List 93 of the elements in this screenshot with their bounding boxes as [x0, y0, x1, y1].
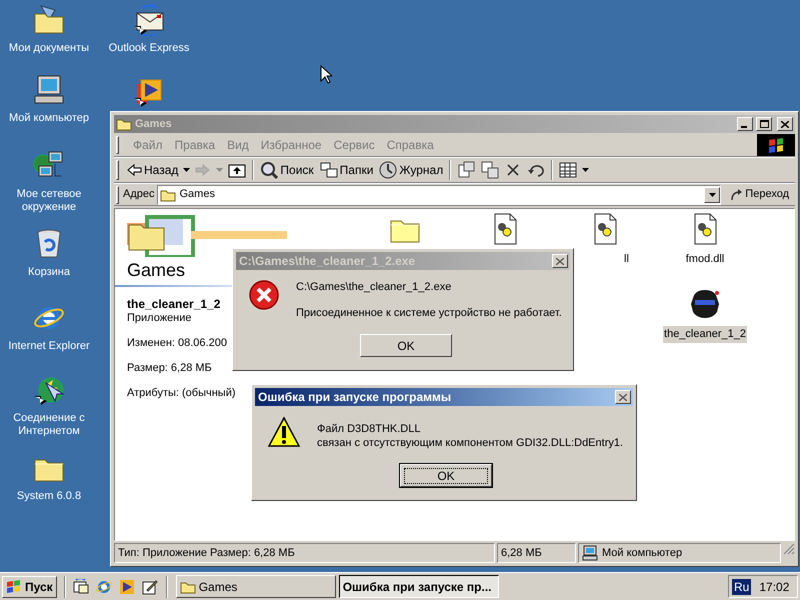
minimize-button[interactable]	[737, 117, 753, 131]
dropdown-button[interactable]	[704, 186, 720, 202]
close-button[interactable]	[552, 254, 568, 268]
desktop-icon	[72, 578, 89, 594]
close-button[interactable]	[615, 390, 631, 404]
icon-label[interactable]: Мое сетевое окружение	[3, 188, 95, 214]
icon-label[interactable]: Internet Explorer	[7, 340, 91, 353]
dialog-message: Присоединенное к системе устройство не работает.	[296, 306, 562, 320]
mouse-pointer-icon	[320, 65, 332, 84]
address-value: Games	[180, 187, 216, 202]
file-label: fmod.dll	[684, 252, 726, 267]
close-icon	[781, 120, 789, 128]
up-folder-icon	[228, 162, 246, 178]
go-arrow-icon	[729, 188, 744, 202]
grid-view-icon	[559, 162, 578, 178]
address-field[interactable]: Games	[156, 184, 722, 204]
icon-label[interactable]: Соединение с Интернетом	[3, 412, 95, 438]
task-button[interactable]: Ошибка при запуске пр...	[338, 575, 499, 598]
browser-icon	[96, 578, 112, 594]
error-icon	[248, 279, 280, 311]
dialog-title: C:\Games\the_cleaner_1_2.exe	[239, 253, 416, 270]
caret-icon	[708, 192, 716, 196]
computer-icon	[582, 545, 598, 561]
icon-label[interactable]: Корзина	[27, 266, 71, 279]
file-detail: Размер: 6,28 МБ	[127, 361, 212, 375]
file-detail: Изменен: 08.06.200	[127, 336, 227, 350]
move-to-icon	[457, 161, 476, 179]
dialog-message: связан с отсутствующим компонентом GDI32.DLL:DdEntry1.	[317, 436, 624, 450]
menu-item[interactable]: Сервис	[328, 136, 381, 154]
ok-button[interactable]: OK	[360, 334, 452, 357]
menu-item[interactable]: Правка	[168, 136, 222, 154]
toolbar-button[interactable]: Поиск	[257, 159, 317, 181]
play-icon	[118, 578, 135, 594]
dialog-message: C:\Games\the_cleaner_1_2.exe	[296, 280, 452, 294]
caret-icon	[216, 168, 224, 172]
windows-flag-icon	[6, 580, 22, 594]
address-label: Адрес	[123, 187, 154, 202]
folder-icon[interactable]	[33, 4, 65, 36]
window-title: Games	[135, 116, 173, 132]
toolbar-button[interactable]: Папки	[316, 159, 376, 181]
folder-icon	[116, 117, 132, 131]
notepad-icon	[142, 578, 158, 594]
back-arrow-icon	[126, 162, 142, 178]
toolbar-button[interactable]: Журнал	[376, 159, 446, 181]
icon-label[interactable]: Мои документы	[8, 42, 90, 55]
ok-button[interactable]: OK	[400, 464, 492, 487]
warning-icon	[267, 416, 301, 448]
close-icon	[556, 258, 564, 264]
delete-icon	[505, 162, 522, 178]
toolbar-button[interactable]: Назад	[123, 159, 182, 181]
status-text: Мой компьютер	[602, 546, 682, 561]
quick-launch-button[interactable]	[142, 578, 158, 594]
resize-grip-icon	[783, 543, 795, 555]
caret-icon	[582, 168, 590, 172]
icon-label[interactable]: Outlook Express	[108, 42, 190, 55]
language-indicator[interactable]: Ru	[732, 578, 752, 594]
forward-arrow-icon	[195, 162, 212, 178]
quick-launch-button[interactable]	[118, 578, 135, 594]
close-button[interactable]	[777, 117, 793, 131]
file-label: ll	[623, 252, 630, 267]
start-button[interactable]: Пуск	[2, 576, 57, 598]
menu-item[interactable]: Файл	[127, 136, 169, 154]
folder-icon	[180, 580, 196, 594]
maximize-button[interactable]	[756, 117, 772, 131]
status-text: Тип: Приложение Размер: 6,28 МБ	[118, 546, 295, 561]
computer-icon[interactable]	[33, 74, 65, 106]
menu-item[interactable]: Справка	[380, 136, 440, 154]
dialog-title: Ошибка при запуске программы	[258, 389, 452, 406]
menu-item[interactable]: Избранное	[254, 136, 328, 154]
file-name: the_cleaner_1_2	[127, 297, 222, 311]
copy-to-icon	[481, 161, 500, 179]
close-icon	[619, 394, 627, 400]
icon-label[interactable]: System 6.0.8	[16, 490, 82, 503]
folder-icon	[160, 188, 176, 202]
history-icon	[379, 161, 398, 179]
task-button[interactable]: Games	[176, 575, 336, 598]
dialog-message: Файл D3D8THK.DLL	[317, 422, 422, 436]
file-label: the_cleaner_1_2	[663, 326, 747, 342]
caret-icon	[183, 168, 190, 172]
file-detail: Атрибуты: (обычный)	[127, 386, 236, 400]
windows-flag-icon	[767, 137, 785, 153]
menu-item[interactable]: Вид	[221, 136, 255, 154]
undo-icon	[527, 162, 546, 178]
folders-icon	[320, 162, 338, 178]
maximize-icon	[760, 120, 768, 128]
envelope-icon[interactable]	[133, 4, 165, 36]
quick-launch-button[interactable]	[72, 578, 89, 594]
status-text: 6,28 МБ	[501, 546, 542, 561]
creature-icon[interactable]	[689, 288, 721, 320]
icon-label[interactable]: Мой компьютер	[8, 112, 90, 125]
go-button[interactable]: Переход	[723, 184, 795, 204]
clock: 17:02	[759, 578, 790, 596]
search-icon	[260, 161, 278, 179]
